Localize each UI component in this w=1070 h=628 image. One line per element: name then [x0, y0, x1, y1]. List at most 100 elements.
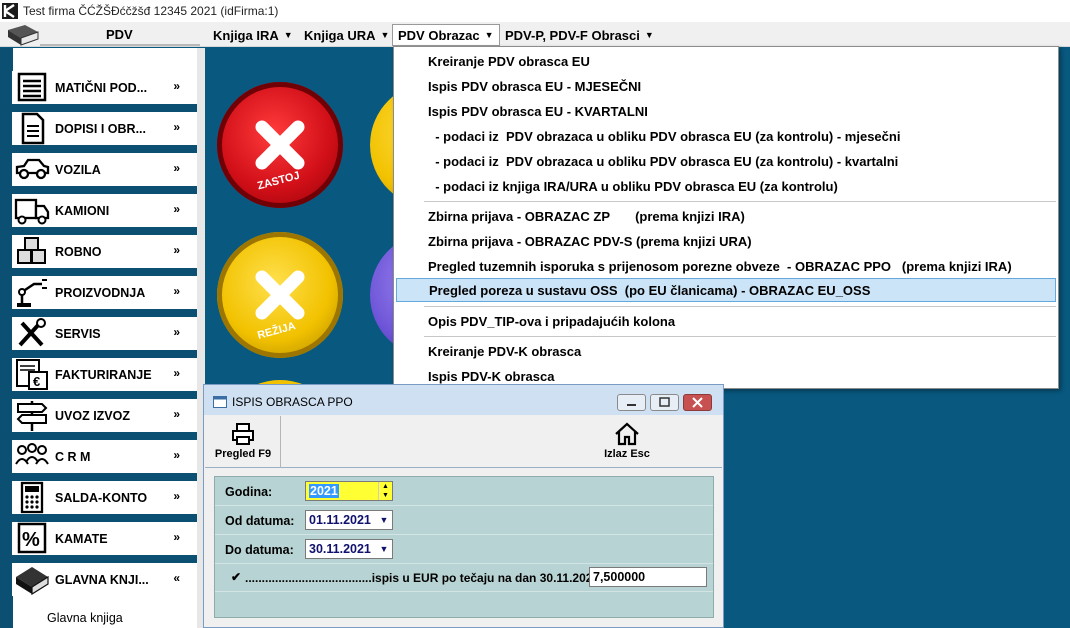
sidebar-item-dopisi[interactable]: DOPISI I OBR... »	[12, 112, 187, 145]
eur-checkbox[interactable]: ✔	[231, 570, 241, 584]
menu-separator	[424, 306, 1056, 307]
pregled-button[interactable]: Pregled F9	[211, 416, 275, 467]
chevron-down-icon: »	[173, 407, 180, 421]
sidebar-item-glavna-knjiga[interactable]: GLAVNA KNJI... «	[12, 563, 187, 596]
sidebar-divider	[12, 186, 197, 194]
menu-knjiga-ura-label: Knjiga URA	[304, 27, 376, 43]
close-icon	[255, 270, 305, 320]
truck-icon	[14, 198, 50, 225]
chevron-down-icon[interactable]: ▼	[376, 540, 392, 558]
od-datuma-picker[interactable]: 01.11.2021 ▼	[305, 510, 393, 530]
home-icon	[615, 422, 639, 446]
chevron-down-icon: »	[173, 448, 180, 462]
document-icon	[21, 112, 45, 145]
chevron-down-icon: »	[173, 79, 180, 93]
close-button[interactable]	[683, 394, 712, 411]
menu-item-kreiranje-pdv-eu[interactable]: Kreiranje PDV obrasca EU	[396, 49, 1056, 73]
sidebar-item-label: UVOZ IZVOZ	[55, 409, 130, 423]
sidebar-divider	[12, 473, 197, 481]
menu-pdv-p-pdv-f-label: PDV-P, PDV-F Obrasci	[505, 27, 640, 43]
chevron-down-icon: »	[173, 202, 180, 216]
caret-down-icon: ▼	[380, 30, 390, 40]
chevron-down-icon: »	[173, 161, 180, 175]
sidebar-item-vozila[interactable]: VOZILA »	[12, 153, 187, 186]
izlaz-button[interactable]: Izlaz Esc	[597, 416, 657, 467]
dialog-title: ISPIS OBRASCA PPO	[232, 395, 353, 409]
menu-knjiga-ira-label: Knjiga IRA	[213, 27, 279, 43]
ispis-obrasca-ppo-dialog: ISPIS OBRASCA PPO Pregled F9 Izlaz Esc G…	[203, 384, 724, 628]
menu-item-obrazac-eu-oss[interactable]: Pregled poreza u sustavu OSS (po EU član…	[396, 278, 1056, 302]
sidebar-divider	[12, 514, 197, 522]
svg-text:%: %	[22, 529, 40, 551]
chevron-down-icon[interactable]: ▼	[376, 511, 392, 529]
od-datuma-value: 01.11.2021	[309, 513, 371, 527]
module-label: PDV	[106, 27, 133, 42]
sidebar-item-kamate[interactable]: % KAMATE »	[12, 522, 187, 555]
printer-icon	[232, 423, 254, 445]
menu-item-ispis-pdv-eu-mjesecni[interactable]: Ispis PDV obrasca EU - MJESEČNI	[396, 74, 1056, 98]
godina-value: 2021	[309, 484, 339, 498]
window-title: Test firma ČĆŽŠĐćčžšđ 12345 2021 (idFirm…	[23, 4, 279, 18]
chevron-down-icon: »	[173, 325, 180, 339]
module-button-pdv[interactable]: PDV	[0, 22, 205, 47]
menu-pdv-obrazac[interactable]: PDV Obrazac ▼	[392, 24, 500, 46]
sidebar-item-label: C R M	[55, 450, 91, 464]
sidebar-divider	[12, 350, 197, 358]
sidebar-divider	[12, 145, 197, 153]
chevron-down-icon: »	[173, 120, 180, 134]
godina-label: Godina:	[225, 485, 273, 499]
menu-item-kreiranje-pdv-k[interactable]: Kreiranje PDV-K obrasca	[396, 339, 1056, 363]
menu-knjiga-ira[interactable]: Knjiga IRA ▼	[208, 24, 298, 46]
sidebar-item-kamioni[interactable]: KAMIONI »	[12, 194, 187, 227]
book-icon	[8, 24, 39, 46]
sidebar-divider	[12, 309, 197, 317]
sidebar-item-proizvodnja[interactable]: PROIZVODNJA »	[12, 276, 187, 309]
menu-item-zbirna-pdv-s[interactable]: Zbirna prijava - OBRAZAC PDV-S (prema kn…	[396, 229, 1056, 253]
boxes-icon	[17, 237, 46, 264]
close-icon	[692, 397, 703, 408]
sidebar-item-label: KAMIONI	[55, 204, 110, 218]
do-datuma-picker[interactable]: 30.11.2021 ▼	[305, 539, 393, 559]
tools-icon	[18, 318, 46, 347]
chevron-down-icon: »	[173, 284, 180, 298]
form-row-godina: Godina: 2021 ▲ ▼	[215, 477, 713, 506]
caret-down-icon: ▼	[484, 30, 494, 40]
menu-pdv-p-pdv-f[interactable]: PDV-P, PDV-F Obrasci ▼	[500, 24, 659, 46]
sidebar-item-uvoz-izvoz[interactable]: UVOZ IZVOZ »	[12, 399, 187, 432]
car-icon	[15, 158, 50, 180]
menu-item-podaci-pdv-mjesecni[interactable]: - podaci iz PDV obrazaca u obliku PDV ob…	[396, 124, 1056, 148]
tile-zastoj[interactable]: ZASTOJ	[217, 82, 343, 208]
menu-item-podaci-ira-ura[interactable]: - podaci iz knjiga IRA/URA u obliku PDV …	[396, 174, 1056, 198]
menu-item-zbirna-zp[interactable]: Zbirna prijava - OBRAZAC ZP (prema knjiz…	[396, 204, 1056, 228]
sidebar-item-robno[interactable]: ROBNO »	[12, 235, 187, 268]
close-icon	[255, 120, 305, 170]
sidebar-item-label: GLAVNA KNJI...	[55, 573, 149, 587]
spinner-arrows-icon[interactable]: ▲ ▼	[378, 482, 392, 500]
menu-item-podaci-pdv-kvartalni[interactable]: - podaci iz PDV obrazaca u obliku PDV ob…	[396, 149, 1056, 173]
menu-item-ispis-pdv-eu-kvartalni[interactable]: Ispis PDV obrasca EU - KVARTALNI	[396, 99, 1056, 123]
sidebar-item-fakturiranje[interactable]: € FAKTURIRANJE »	[12, 358, 187, 391]
minimize-button[interactable]	[617, 394, 646, 411]
sidebar-item-crm[interactable]: C R M »	[12, 440, 187, 473]
menu-item-opis-pdv-tip[interactable]: Opis PDV_TIP-ova i pripadajućih kolona	[396, 309, 1056, 333]
menu-item-obrazac-ppo[interactable]: Pregled tuzemnih isporuka s prijenosom p…	[396, 254, 1056, 278]
godina-spinner[interactable]: 2021 ▲ ▼	[305, 481, 393, 501]
sidebar-item-maticni-podaci[interactable]: MATIČNI POD... »	[12, 71, 187, 104]
tecaj-input[interactable]: 7,500000	[589, 567, 707, 587]
menu-pdv-obrazac-label: PDV Obrazac	[398, 27, 480, 43]
eur-checkbox-label: ......................................is…	[245, 571, 600, 585]
maximize-button[interactable]	[650, 394, 679, 411]
dialog-titlebar[interactable]: ISPIS OBRASCA PPO	[204, 385, 723, 415]
sidebar-item-label: FAKTURIRANJE	[55, 368, 152, 382]
sidebar-item-servis[interactable]: SERVIS »	[12, 317, 187, 350]
sidebar-subitem-glavna-knjiga[interactable]: Glavna knjiga	[47, 611, 123, 625]
title-bar: Test firma ČĆŽŠĐćčžšđ 12345 2021 (idFirm…	[0, 0, 1070, 22]
sidebar-item-label: SERVIS	[55, 327, 101, 341]
menu-knjiga-ura[interactable]: Knjiga URA ▼	[299, 24, 394, 46]
sidebar-item-label: MATIČNI POD...	[55, 81, 148, 95]
pdv-obrazac-dropdown: Kreiranje PDV obrasca EU Ispis PDV obras…	[393, 46, 1059, 389]
tile-rezija[interactable]: REŽIJA	[217, 232, 343, 358]
form-row-do-datuma: Do datuma: 30.11.2021 ▼	[215, 535, 713, 564]
menu-separator	[424, 201, 1056, 202]
sidebar-item-salda-konto[interactable]: SALDA-KONTO »	[12, 481, 187, 514]
